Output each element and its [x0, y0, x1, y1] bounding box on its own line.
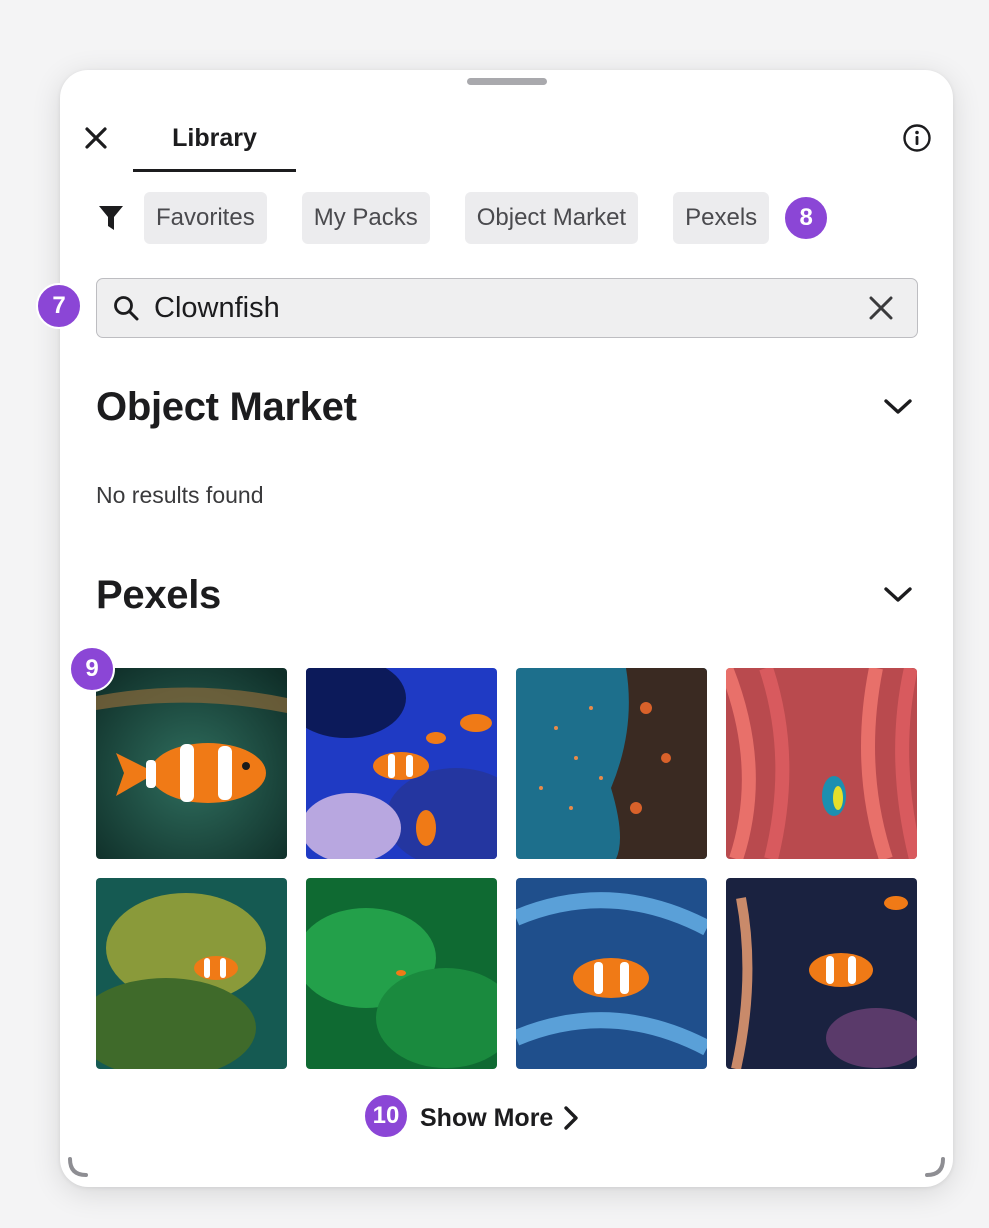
- empty-results-message: No results found: [96, 482, 264, 508]
- chip-object-market[interactable]: Object Market: [464, 192, 639, 244]
- clownfish-photo: [516, 878, 707, 1069]
- step-badge-show-more: 10: [363, 1093, 409, 1139]
- image-tile[interactable]: [516, 878, 707, 1069]
- image-tile[interactable]: [726, 878, 917, 1069]
- chip-favorites[interactable]: Favorites: [144, 192, 267, 244]
- image-tile[interactable]: [726, 668, 917, 859]
- resize-corner-left[interactable]: [66, 1157, 88, 1179]
- step-badge-grid: 9: [69, 646, 115, 692]
- clear-search-button[interactable]: [863, 290, 899, 326]
- collapse-object-market-button[interactable]: [878, 387, 918, 427]
- pexels-image-grid: [96, 668, 917, 1069]
- chevron-down-icon: [884, 399, 912, 414]
- image-tile[interactable]: [516, 668, 707, 859]
- filter-button[interactable]: [96, 192, 126, 244]
- clownfish-photo: [96, 878, 287, 1069]
- drag-handle[interactable]: [467, 78, 547, 85]
- search-bar: [96, 278, 918, 338]
- tab-library[interactable]: Library: [133, 122, 296, 172]
- close-button[interactable]: [80, 122, 112, 154]
- show-more-button[interactable]: Show More: [420, 1098, 579, 1138]
- anemone-photo: [726, 668, 917, 859]
- show-more-label: Show More: [420, 1103, 554, 1132]
- image-tile[interactable]: [306, 668, 497, 859]
- section-title-object-market: Object Market: [96, 384, 357, 429]
- search-input[interactable]: [154, 279, 863, 337]
- info-icon: [903, 124, 931, 152]
- search-icon: [110, 292, 142, 324]
- anemone-photo: [306, 878, 497, 1069]
- filter-icon: [99, 206, 123, 230]
- image-tile[interactable]: [96, 668, 287, 859]
- resize-corner-right[interactable]: [925, 1157, 947, 1179]
- chevron-down-icon: [884, 587, 912, 602]
- image-tile[interactable]: [96, 878, 287, 1069]
- chip-my-packs[interactable]: My Packs: [301, 192, 430, 244]
- section-header-pexels: Pexels: [96, 570, 918, 620]
- reef-photo: [516, 668, 707, 859]
- image-tile[interactable]: [306, 878, 497, 1069]
- clownfish-photo: [306, 668, 497, 859]
- clownfish-photo: [726, 878, 917, 1069]
- clownfish-photo: [96, 668, 287, 859]
- section-title-pexels: Pexels: [96, 572, 221, 617]
- filter-row: Favorites My Packs Object Market Pexels …: [96, 192, 830, 244]
- section-header-object-market: Object Market: [96, 382, 918, 432]
- collapse-pexels-button[interactable]: [878, 575, 918, 615]
- info-button[interactable]: [901, 122, 933, 154]
- step-badge-search: 7: [36, 283, 82, 329]
- chevron-right-icon: [564, 1106, 579, 1130]
- tab-library-label: Library: [172, 124, 257, 152]
- step-badge-filters: 8: [783, 195, 830, 241]
- close-icon: [85, 127, 107, 149]
- chip-pexels[interactable]: Pexels: [673, 192, 770, 244]
- clear-icon: [869, 296, 893, 320]
- library-panel: Library Favorites My Packs Object Market…: [36, 70, 953, 1187]
